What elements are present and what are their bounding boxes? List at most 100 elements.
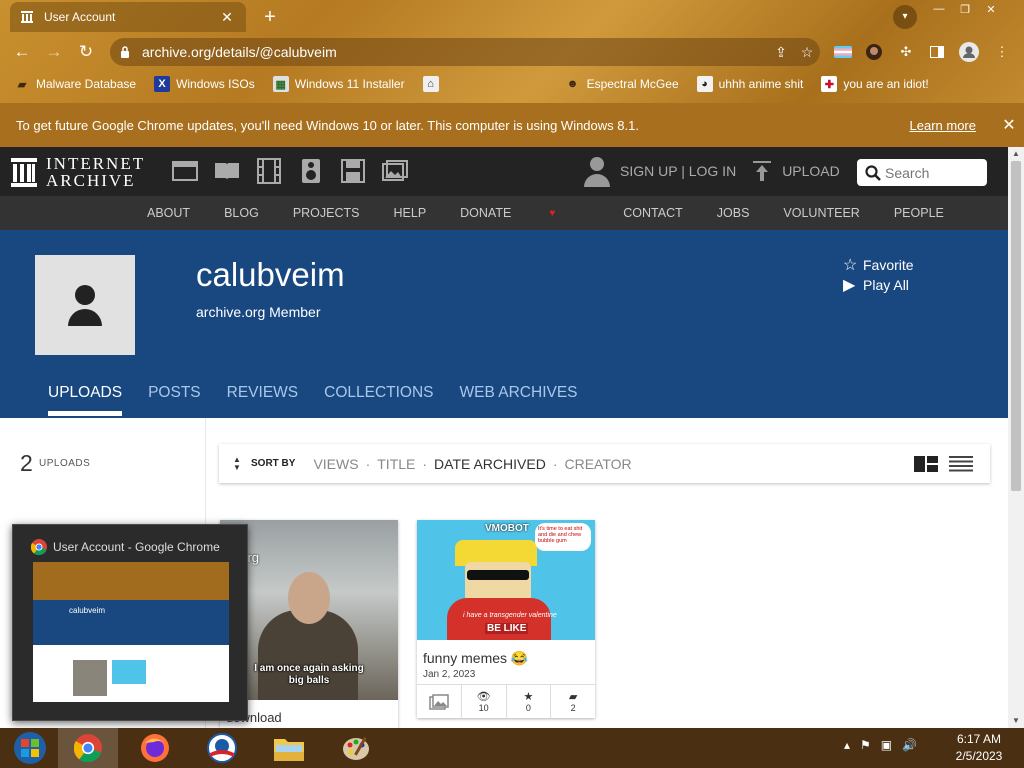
account-avatar-icon[interactable]	[959, 42, 979, 62]
taskbar-obama-app[interactable]	[192, 728, 252, 768]
learn-more-link[interactable]: Learn more	[910, 118, 976, 133]
network-icon[interactable]: ▣	[881, 738, 892, 752]
minimize-button[interactable]: —	[926, 0, 952, 18]
nav-volunteer[interactable]: VOLUNTEER	[783, 206, 859, 220]
ia-search-box[interactable]	[857, 159, 987, 186]
chrome-menu-icon[interactable]: ⋮	[992, 42, 1012, 62]
bookmark-malware-database[interactable]: ▰ Malware Database	[14, 76, 136, 92]
nav-jobs[interactable]: JOBS	[717, 206, 750, 220]
upload-link[interactable]: UPLOAD	[752, 160, 840, 182]
extensions-puzzle-icon[interactable]: ✣	[896, 42, 916, 62]
close-window-button[interactable]: ✕	[978, 0, 1004, 18]
texts-book-icon[interactable]	[206, 157, 248, 185]
scroll-down-icon[interactable]: ▼	[1008, 714, 1024, 728]
web-icon[interactable]	[164, 157, 206, 185]
images-icon[interactable]	[374, 157, 416, 185]
share-icon[interactable]: ⇪	[768, 44, 794, 61]
bookmark-label: Espectral McGee	[586, 77, 679, 91]
tab-reviews[interactable]: REVIEWS	[227, 384, 298, 402]
maximize-button[interactable]: ❐	[952, 0, 978, 18]
profile-banner: calubveim archive.org Member ☆ Favorite …	[0, 230, 1008, 418]
thumb-speech-bubble: It's time to eat shit and die and chew b…	[535, 523, 591, 551]
software-disk-icon[interactable]	[332, 157, 374, 185]
taskbar-firefox[interactable]	[125, 728, 185, 768]
page-scrollbar[interactable]: ▲ ▼	[1008, 147, 1024, 728]
nav-about[interactable]: ABOUT	[147, 206, 190, 220]
bookmark-film[interactable]: ⌂	[422, 76, 547, 92]
nav-help[interactable]: HELP	[394, 206, 427, 220]
sort-title[interactable]: TITLE	[377, 456, 415, 472]
bookmark-label: Malware Database	[36, 77, 137, 91]
tab-posts[interactable]: POSTS	[148, 384, 201, 402]
taskbar-window-preview[interactable]: User Account - Google Chrome calubveim	[12, 524, 248, 721]
side-panel-icon[interactable]	[927, 42, 947, 62]
nav-donate[interactable]: DONATE ♥	[460, 206, 589, 220]
start-button[interactable]	[0, 728, 60, 768]
tab-search-button[interactable]: ▾	[893, 5, 917, 29]
sort-views[interactable]: VIEWS	[313, 456, 358, 472]
bookmark-espectral-mcgee[interactable]: ☻ Espectral McGee	[565, 76, 679, 92]
infobar-close-icon[interactable]: ✕	[994, 115, 1024, 135]
reload-button[interactable]: ↻	[74, 40, 98, 64]
new-tab-button[interactable]: +	[258, 5, 282, 29]
sort-direction-icon[interactable]: ▲ ▼	[233, 455, 243, 472]
nav-contact[interactable]: CONTACT	[623, 206, 683, 220]
tile-view-icon[interactable]	[914, 456, 938, 472]
forward-button[interactable]: →	[42, 40, 66, 64]
profile-extension-icon[interactable]	[864, 42, 884, 62]
avatar	[35, 255, 135, 355]
nav-blog[interactable]: BLOG	[224, 206, 259, 220]
item-card-funny-memes[interactable]: VMOBOT It's time to eat shit and die and…	[417, 520, 595, 718]
update-infobar: To get future Google Chrome updates, you…	[0, 103, 1024, 147]
tab-title: User Account	[44, 10, 116, 24]
upload-label: UPLOAD	[782, 163, 840, 179]
user-person-icon[interactable]	[582, 155, 612, 187]
url-text: archive.org/details/@calubveim	[142, 44, 337, 60]
item-thumbnail[interactable]: VMOBOT It's time to eat shit and die and…	[417, 520, 595, 640]
preview-snapshot: calubveim	[33, 562, 229, 702]
browser-chrome: User Account ✕ + ▾ — ❐ ✕ ← → ↻ archive.o…	[0, 0, 1024, 103]
list-view-icon[interactable]	[949, 456, 973, 472]
play-all-button[interactable]: ▶ Play All	[843, 275, 909, 295]
ia-top-nav: ABOUT BLOG PROJECTS HELP DONATE ♥ CONTAC…	[0, 196, 1008, 230]
bookmark-anime[interactable]: ◕ uhhh anime shit	[696, 76, 803, 92]
bookmark-you-are-an-idiot[interactable]: ✚ you are an idiot!	[821, 76, 929, 92]
scroll-up-icon[interactable]: ▲	[1008, 147, 1024, 161]
audio-speaker-icon[interactable]	[290, 157, 332, 185]
taskbar-paint[interactable]	[326, 728, 386, 768]
tab-web-archives[interactable]: WEB ARCHIVES	[460, 384, 578, 402]
taskbar-file-explorer[interactable]	[259, 728, 319, 768]
nav-people[interactable]: PEOPLE	[894, 206, 944, 220]
trans-flag-extension-icon[interactable]	[833, 42, 853, 62]
chrome-icon	[31, 539, 47, 555]
lock-icon	[120, 46, 134, 58]
signup-login-link[interactable]: SIGN UP | LOG IN	[620, 163, 736, 179]
address-bar[interactable]: archive.org/details/@calubveim ⇪ ☆	[110, 38, 820, 66]
sort-date-archived[interactable]: DATE ARCHIVED	[434, 456, 546, 472]
tab-collections[interactable]: COLLECTIONS	[324, 384, 433, 402]
action-center-flag-icon[interactable]: ⚑	[860, 738, 871, 752]
nav-projects[interactable]: PROJECTS	[293, 206, 360, 220]
tab-close-icon[interactable]: ✕	[218, 9, 236, 26]
taskbar-clock[interactable]: 6:17 AM 2/5/2023	[946, 731, 1012, 765]
sort-creator[interactable]: CREATOR	[564, 456, 631, 472]
favorite-button[interactable]: ☆ Favorite	[843, 255, 914, 275]
bookmark-star-icon[interactable]: ☆	[794, 44, 820, 61]
item-title[interactable]: funny memes 😂	[423, 650, 528, 667]
tab-uploads[interactable]: UPLOADS	[48, 384, 123, 416]
member-label: archive.org Member	[196, 304, 321, 320]
bookmark-windows-11-installer[interactable]: ▦ Windows 11 Installer	[272, 76, 405, 92]
favorites-stat: ★ 0	[507, 685, 552, 718]
video-film-icon[interactable]	[248, 157, 290, 185]
eye-icon: 👁	[476, 690, 491, 703]
back-button[interactable]: ←	[10, 40, 34, 64]
anime-icon: ◕	[696, 76, 713, 92]
taskbar-chrome[interactable]	[58, 728, 118, 768]
browser-tab[interactable]: User Account ✕	[10, 2, 246, 32]
search-input[interactable]	[885, 164, 975, 181]
ia-logo[interactable]: INTERNET ARCHIVE	[10, 155, 145, 189]
scrollbar-thumb[interactable]	[1011, 161, 1021, 491]
tray-expand-icon[interactable]: ▴	[844, 738, 850, 752]
bookmark-windows-isos[interactable]: X Windows ISOs	[154, 76, 255, 92]
volume-icon[interactable]: 🔊	[902, 738, 917, 752]
